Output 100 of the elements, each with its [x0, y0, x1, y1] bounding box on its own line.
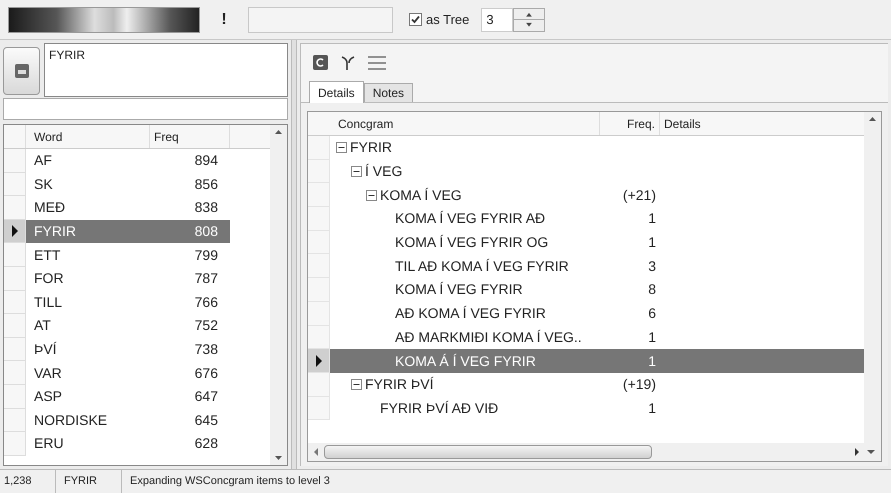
tree-row[interactable]: KOMA Í VEG FYRIR 8	[330, 278, 864, 302]
tab[interactable]: Notes	[364, 83, 414, 102]
tree-label: FYRIR	[350, 138, 392, 158]
status-text: Expanding WSConcgram items to level 3	[129, 474, 330, 490]
query-text-area[interactable]: FYRIR	[44, 43, 288, 97]
table-cell-text: VAR	[33, 364, 63, 383]
tree-row[interactable]: KOMA Í VEG FYRIR OG 1	[330, 230, 864, 254]
tree-label: FYRIR ÞVÍ AÐ VIÐ	[380, 398, 498, 418]
table-cell-text: 645	[194, 410, 218, 430]
freq-cell: 1	[648, 234, 656, 250]
branch-icon[interactable]	[340, 54, 356, 70]
freq-cell: 1	[648, 352, 656, 369]
status-text: FYRIR	[56, 470, 122, 493]
table-cell-text: FYRIR	[33, 222, 77, 242]
tree-label: KOMA Í VEG	[380, 186, 462, 205]
alert-mark: !	[220, 10, 228, 30]
expander-icon[interactable]	[336, 142, 350, 154]
list-row[interactable]: ERU 628	[26, 432, 230, 456]
list-row[interactable]: NORDISKE 645	[26, 408, 230, 432]
checkbox[interactable]	[409, 13, 422, 26]
vertical-scrollbar[interactable]	[864, 112, 881, 443]
tree-label: KOMA Í VEG FYRIR	[395, 280, 523, 300]
menu-icon[interactable]	[368, 56, 386, 70]
scroll-thumb[interactable]	[324, 445, 652, 459]
tree-row[interactable]: TIL AÐ KOMA Í VEG FYRIR 3	[330, 254, 864, 278]
tab[interactable]: Details	[309, 81, 364, 103]
vertical-scrollbar[interactable]	[270, 125, 287, 465]
row-header[interactable]	[308, 349, 330, 373]
table-cell-text: 787	[194, 269, 218, 288]
tree-row[interactable]: Í VEG	[330, 160, 864, 184]
list-row[interactable]: VAR 676	[26, 361, 230, 385]
tree-label: FYRIR ÞVÍ	[365, 375, 434, 394]
checkbox-label: as Tree	[426, 10, 470, 29]
table-cell-text: 676	[194, 364, 218, 383]
tree-label: Í VEG	[365, 162, 402, 182]
tree-label: TIL AÐ KOMA Í VEG FYRIR	[395, 256, 569, 276]
level-field[interactable]: 3	[481, 8, 514, 32]
table-cell-text: 647	[194, 387, 218, 406]
expander-icon[interactable]	[351, 379, 365, 390]
table-cell-text: 894	[194, 151, 218, 170]
table-cell-text: 628	[194, 434, 218, 454]
filter-field[interactable]	[3, 98, 288, 120]
row-pointer-icon	[10, 225, 18, 238]
row-header[interactable]	[4, 220, 26, 244]
tree-label: AÐ MARKMIÐI KOMA Í VEG..	[395, 328, 582, 347]
freq-cell: 1	[648, 210, 656, 226]
table-cell-text: 838	[194, 198, 218, 218]
expander-icon[interactable]	[366, 190, 380, 201]
list-row[interactable]: FYRIR 808	[26, 220, 230, 244]
scroll-right-icon[interactable]	[853, 447, 861, 457]
tree-label: KOMA Á Í VEG FYRIR	[395, 352, 536, 371]
list-row[interactable]: MEÐ 838	[26, 196, 230, 220]
row-pointer-icon	[314, 354, 322, 367]
table-cell-text: 752	[194, 316, 218, 336]
table-cell-text: ÞVÍ	[33, 340, 58, 360]
tree-row[interactable]: KOMA Í VEG (+21)	[330, 183, 864, 208]
scroll-down-icon[interactable]	[865, 447, 877, 457]
tree-row[interactable]: FYRIR ÞVÍ (+19)	[330, 372, 864, 397]
list-row[interactable]: ÞVÍ 738	[26, 338, 230, 362]
column-header[interactable]: Word	[26, 125, 150, 148]
concgram-icon[interactable]	[313, 55, 328, 70]
list-row[interactable]: TILL 766	[26, 290, 230, 314]
tree-row[interactable]: FYRIR	[330, 136, 864, 160]
tree-label: KOMA Í VEG FYRIR OG	[395, 233, 548, 252]
list-row[interactable]: ASP 647	[26, 384, 230, 409]
freq-cell: (+21)	[622, 186, 656, 203]
freq-cell: 1	[648, 328, 656, 345]
table-cell-text: ERU	[33, 434, 65, 454]
expander-icon[interactable]	[351, 166, 365, 178]
horizontal-scrollbar[interactable]	[308, 443, 881, 461]
table-cell-text: TILL	[33, 292, 64, 312]
scroll-left-icon[interactable]	[312, 447, 320, 457]
freq-cell: 1	[648, 400, 656, 416]
spinner[interactable]	[513, 8, 546, 32]
list-row[interactable]: FOR 787	[26, 266, 230, 291]
freq-cell: (+19)	[622, 376, 656, 392]
tree-row[interactable]: KOMA Á Í VEG FYRIR 1	[330, 349, 864, 373]
search-field[interactable]	[248, 6, 393, 32]
tree-row[interactable]: AÐ KOMA Í VEG FYRIR 6	[330, 302, 864, 326]
concgram-button[interactable]	[3, 47, 40, 95]
table-cell-text: SK	[33, 174, 54, 194]
column-header[interactable]: Freq	[150, 125, 230, 148]
list-row[interactable]: AF 894	[26, 149, 230, 173]
list-row[interactable]: SK 856	[26, 172, 230, 196]
concgram-icon	[14, 64, 28, 78]
column-header[interactable]: Details	[660, 112, 701, 135]
table-cell-text: FOR	[33, 269, 65, 288]
column-header[interactable]: Concgram	[330, 112, 600, 135]
list-row[interactable]: ETT 799	[26, 243, 230, 267]
table-cell-text: ASP	[33, 387, 64, 406]
tree-row[interactable]: KOMA Í VEG FYRIR AÐ 1	[330, 207, 864, 231]
tree-label: KOMA Í VEG FYRIR AÐ	[395, 209, 546, 228]
table-cell-text: MEÐ	[33, 198, 66, 218]
list-row[interactable]: AT 752	[26, 314, 230, 338]
tree-row[interactable]: FYRIR ÞVÍ AÐ VIÐ 1	[330, 396, 864, 420]
tree-row[interactable]: AÐ MARKMIÐI KOMA Í VEG.. 1	[330, 326, 864, 350]
table-cell-text: AF	[33, 151, 53, 170]
table-cell-text: 799	[194, 246, 218, 265]
column-header[interactable]: Freq.	[600, 112, 660, 135]
freq-cell: 3	[648, 258, 656, 274]
